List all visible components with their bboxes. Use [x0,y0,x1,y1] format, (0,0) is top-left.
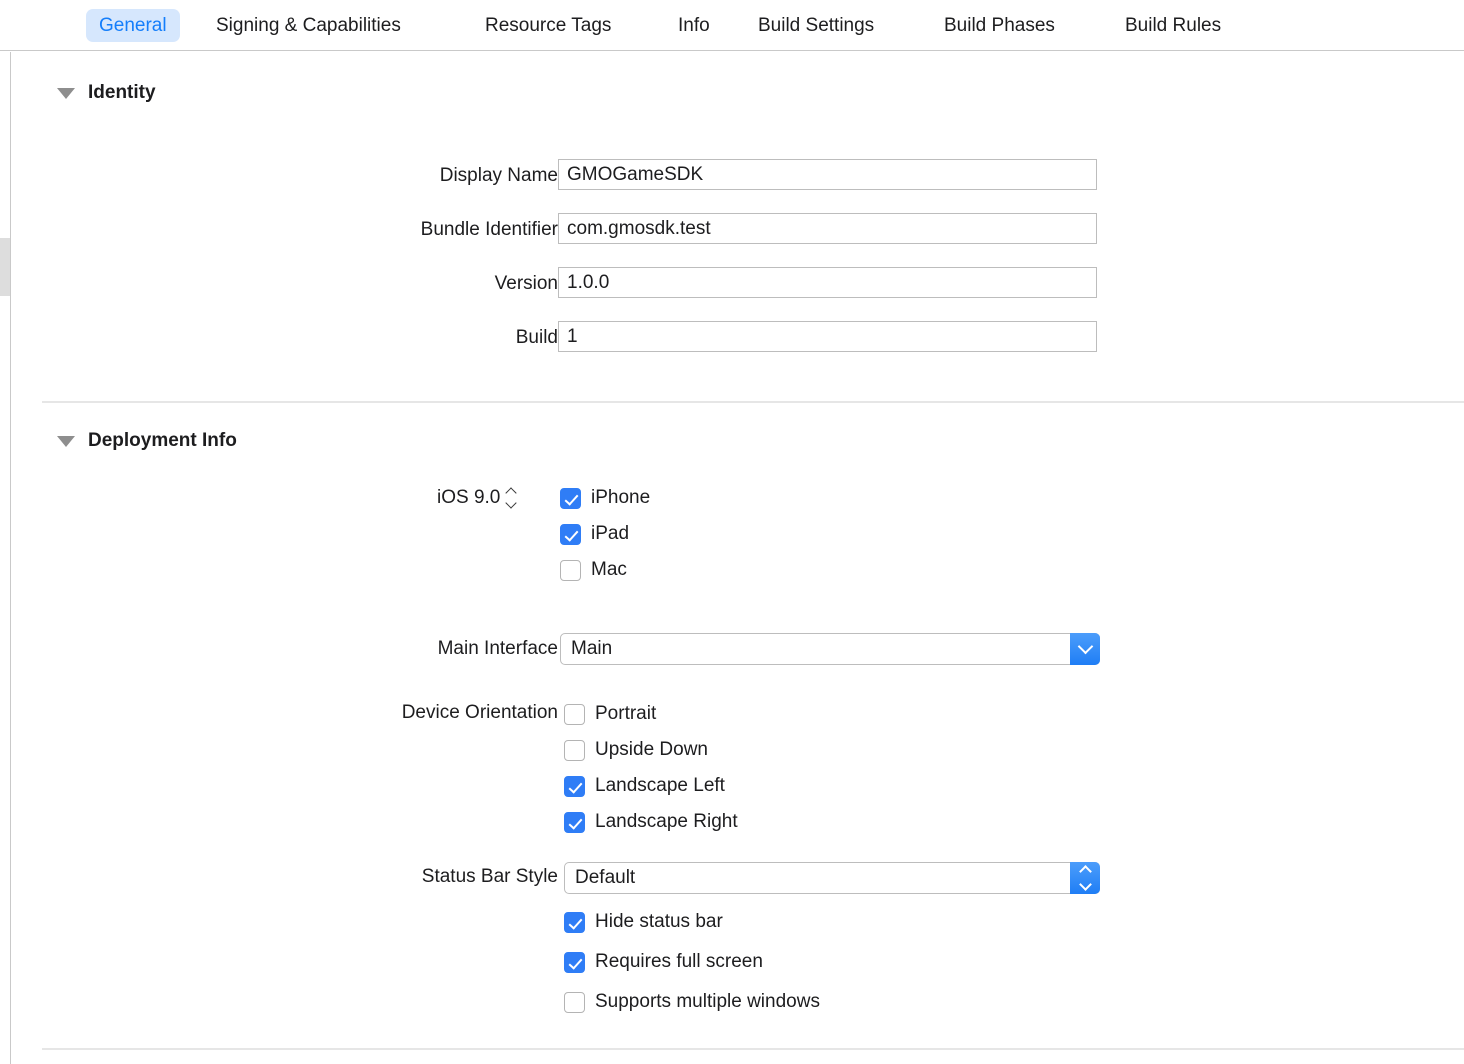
tab-build-settings[interactable]: Build Settings [745,9,887,42]
checkbox-label-iphone: iPhone [591,487,651,508]
checkbox-ipad[interactable] [560,523,581,545]
input-build[interactable]: 1 [558,321,1097,352]
checkbox-iphone[interactable] [560,487,581,509]
checkbox-row-upside-down[interactable]: Upside Down [564,739,708,761]
checkbox-row-landscape-right[interactable]: Landscape Right [564,811,738,833]
deployment-target-stepper[interactable]: iOS 9.0 [437,487,518,509]
checkbox-label-ipad: iPad [591,523,630,544]
disclosure-triangle-icon[interactable] [57,435,75,447]
section-divider-identity [42,401,1464,403]
vertical-scrollbar-thumb[interactable] [0,238,10,296]
project-editor-tabbar: General Signing & Capabilities Resource … [0,0,1464,51]
label-display-name: Display Name [439,165,558,186]
label-main-interface: Main Interface [437,638,558,659]
checkbox-label-portrait: Portrait [595,703,657,724]
checkbox-row-portrait[interactable]: Portrait [564,703,656,725]
tab-resource-tags[interactable]: Resource Tags [472,9,624,42]
label-version: Version [494,273,558,294]
checkbox-label-requires-full-screen: Requires full screen [595,951,763,972]
checkbox-label-landscape-left: Landscape Left [595,775,725,796]
checkbox-row-supports-multiple-windows[interactable]: Supports multiple windows [564,991,820,1013]
checkbox-mac[interactable] [560,559,581,581]
status-bar-style-popup-button[interactable] [1070,862,1100,894]
section-header-identity[interactable]: Identity [57,82,156,104]
input-display-name[interactable]: GMOGameSDK [558,159,1097,190]
checkbox-portrait[interactable] [564,703,585,725]
tab-info[interactable]: Info [665,9,723,42]
checkbox-label-mac: Mac [591,559,627,580]
checkbox-label-hide-status-bar: Hide status bar [595,911,723,932]
label-status-bar-style: Status Bar Style [421,866,558,887]
input-bundle-identifier[interactable]: com.gmosdk.test [558,213,1097,244]
checkbox-label-supports-multiple-windows: Supports multiple windows [595,991,820,1012]
checkbox-upside-down[interactable] [564,739,585,761]
label-bundle-identifier: Bundle Identifier [420,219,558,240]
tab-signing-capabilities[interactable]: Signing & Capabilities [203,9,414,42]
tab-general[interactable]: General [86,9,180,42]
xcode-general-pane: General Signing & Capabilities Resource … [0,0,1464,1064]
disclosure-triangle-icon[interactable] [57,87,75,99]
checkbox-label-landscape-right: Landscape Right [595,811,738,832]
checkbox-requires-full-screen[interactable] [564,951,585,973]
checkbox-row-iphone[interactable]: iPhone [560,487,650,509]
checkbox-supports-multiple-windows[interactable] [564,991,585,1013]
stepper-updown-icon[interactable] [505,487,518,509]
settings-scroll-area: Identity Display Name GMOGameSDK Bundle … [11,52,1464,1064]
checkbox-row-requires-full-screen[interactable]: Requires full screen [564,951,763,973]
checkbox-hide-status-bar[interactable] [564,911,585,933]
popup-status-bar-style[interactable]: Default [564,862,1100,894]
section-title-identity: Identity [88,82,156,103]
main-interface-dropdown-button[interactable] [1070,633,1100,665]
checkbox-row-ipad[interactable]: iPad [560,523,629,545]
chevron-down-icon [1077,638,1093,654]
tab-build-phases[interactable]: Build Phases [931,9,1068,42]
label-build: Build [515,327,558,348]
section-divider-deployment [42,1048,1464,1050]
checkbox-landscape-right[interactable] [564,811,585,833]
input-version[interactable]: 1.0.0 [558,267,1097,298]
checkbox-label-upside-down: Upside Down [595,739,708,760]
combobox-main-interface[interactable]: Main [560,633,1100,665]
section-title-deployment-info: Deployment Info [88,430,237,451]
checkbox-row-hide-status-bar[interactable]: Hide status bar [564,911,723,933]
checkbox-row-mac[interactable]: Mac [560,559,627,581]
label-device-orientation: Device Orientation [401,702,558,723]
deployment-target-label: iOS 9.0 [437,487,501,508]
checkbox-landscape-left[interactable] [564,775,585,797]
checkbox-row-landscape-left[interactable]: Landscape Left [564,775,725,797]
tab-build-rules[interactable]: Build Rules [1112,9,1234,42]
section-header-deployment-info[interactable]: Deployment Info [57,430,237,452]
chevron-up-down-icon [1078,865,1092,891]
